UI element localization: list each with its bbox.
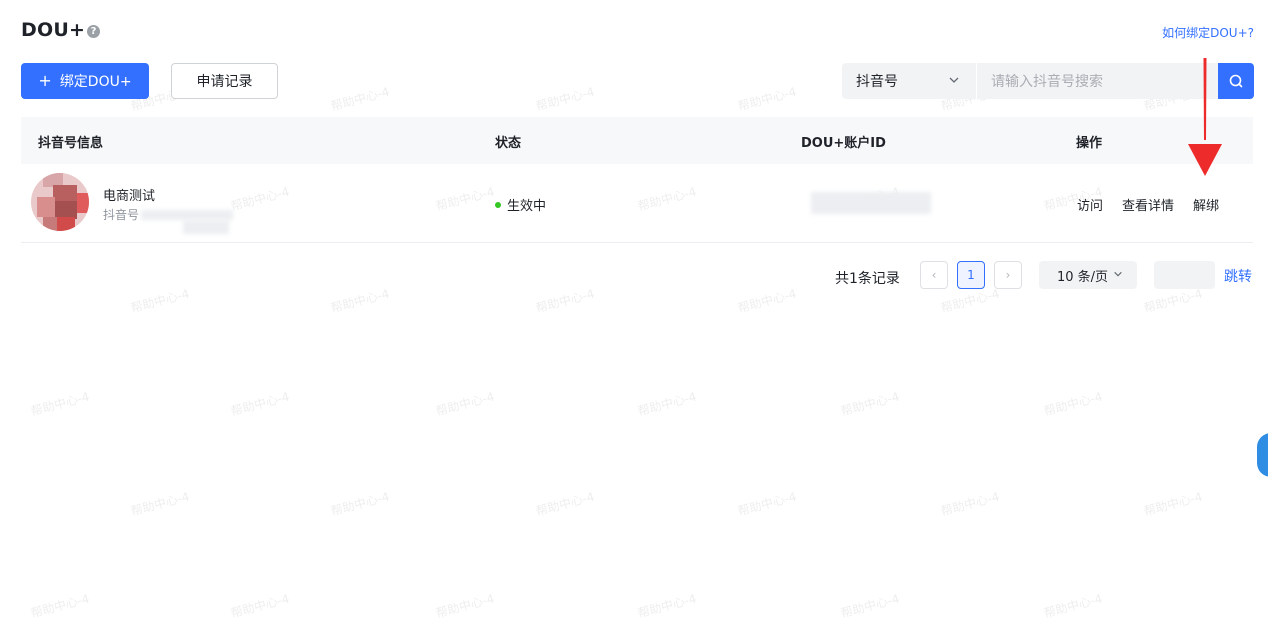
page-number: 1 [967,268,975,282]
table-row: 电商测试 抖音号 生效中 访问 查看详情 解绑 [21,164,1253,243]
bind-dou-button-label: 绑定DOU+ [59,74,132,90]
watermark-text: 帮助中心-4 [329,489,391,519]
dou-account-id-redacted [811,192,931,214]
watermark-text: 帮助中心-4 [229,389,291,419]
douyin-id: 抖音号 [103,208,140,222]
watermark-text: 帮助中心-4 [29,591,91,621]
apply-records-button[interactable]: 申请记录 [171,63,278,99]
plus-icon: + [38,71,52,90]
search-icon [1229,74,1243,88]
watermark-text: 帮助中心-4 [434,591,496,621]
jump-button[interactable]: 跳转 [1224,266,1252,286]
column-header-actions: 操作 [1076,136,1103,151]
watermark-text: 帮助中心-4 [1142,286,1204,316]
watermark-text: 帮助中心-4 [839,591,901,621]
watermark-text: 帮助中心-4 [736,286,798,316]
watermark-text: 帮助中心-4 [129,286,191,316]
apply-records-button-label: 申请记录 [196,74,253,90]
column-header-dou-account-id: DOU+账户ID [801,136,886,151]
watermark-text: 帮助中心-4 [129,489,191,519]
page-title: DOU+ [21,19,86,41]
watermark-text: 帮助中心-4 [329,84,391,114]
watermark-text: 帮助中心-4 [636,389,698,419]
watermark-text: 帮助中心-4 [534,286,596,316]
watermark-text: 帮助中心-4 [939,286,1001,316]
visit-link[interactable]: 访问 [1077,195,1103,214]
total-records: 共1条记录 [835,271,900,287]
account-name: 电商测试 [103,189,156,204]
watermark-text: 帮助中心-4 [434,389,496,419]
page-size-select[interactable]: 10 条/页 [1039,261,1137,289]
watermark-text: 帮助中心-4 [329,286,391,316]
help-icon[interactable]: ? [87,25,100,38]
watermark-text: 帮助中心-4 [534,84,596,114]
floating-help-widget-icon[interactable] [1257,433,1268,477]
annotation-arrow-icon [1188,58,1222,176]
prev-page-button[interactable]: ‹ [920,261,948,289]
table-header: 抖音号信息 状态 DOU+账户ID 操作 [21,117,1253,164]
chevron-right-icon: › [1005,268,1011,282]
watermark-text: 帮助中心-4 [534,489,596,519]
douyin-id-redacted [141,210,233,220]
chevron-down-icon [1114,271,1122,277]
watermark-text: 帮助中心-4 [29,389,91,419]
status-dot-icon [495,201,501,208]
watermark-text: 帮助中心-4 [839,389,901,419]
watermark-text: 帮助中心-4 [736,84,798,114]
next-page-button[interactable]: › [994,261,1022,289]
watermark-text: 帮助中心-4 [636,591,698,621]
chevron-down-icon [949,77,959,83]
column-header-status: 状态 [495,136,522,151]
view-details-link[interactable]: 查看详情 [1122,195,1174,214]
chevron-left-icon: ‹ [931,268,937,282]
search-type-select[interactable]: 抖音号 [842,63,976,99]
page-size-value: 10 条/页 [1057,269,1109,285]
avatar [31,173,89,231]
search-input[interactable]: 请输入抖音号搜索 [977,63,1218,99]
watermark-text: 帮助中心-4 [939,489,1001,519]
watermark-text: 帮助中心-4 [1042,591,1104,621]
watermark-text: 帮助中心-4 [736,489,798,519]
watermark-text: 帮助中心-4 [1042,389,1104,419]
page-1-button[interactable]: 1 [957,261,985,289]
search-placeholder: 请输入抖音号搜索 [991,74,1103,90]
how-to-bind-link[interactable]: 如何绑定DOU+? [1162,24,1254,41]
status-text: 生效中 [507,199,547,214]
watermark-text: 帮助中心-4 [1142,489,1204,519]
watermark-text: 帮助中心-4 [229,591,291,621]
douyin-id-redacted-2 [183,220,229,234]
unbind-link[interactable]: 解绑 [1193,195,1219,214]
status-badge: 生效中 [495,195,546,214]
search-type-value: 抖音号 [856,74,898,90]
jump-page-input[interactable] [1154,261,1215,289]
column-header-account-info: 抖音号信息 [38,136,104,151]
bind-dou-button[interactable]: + 绑定DOU+ [21,63,149,99]
